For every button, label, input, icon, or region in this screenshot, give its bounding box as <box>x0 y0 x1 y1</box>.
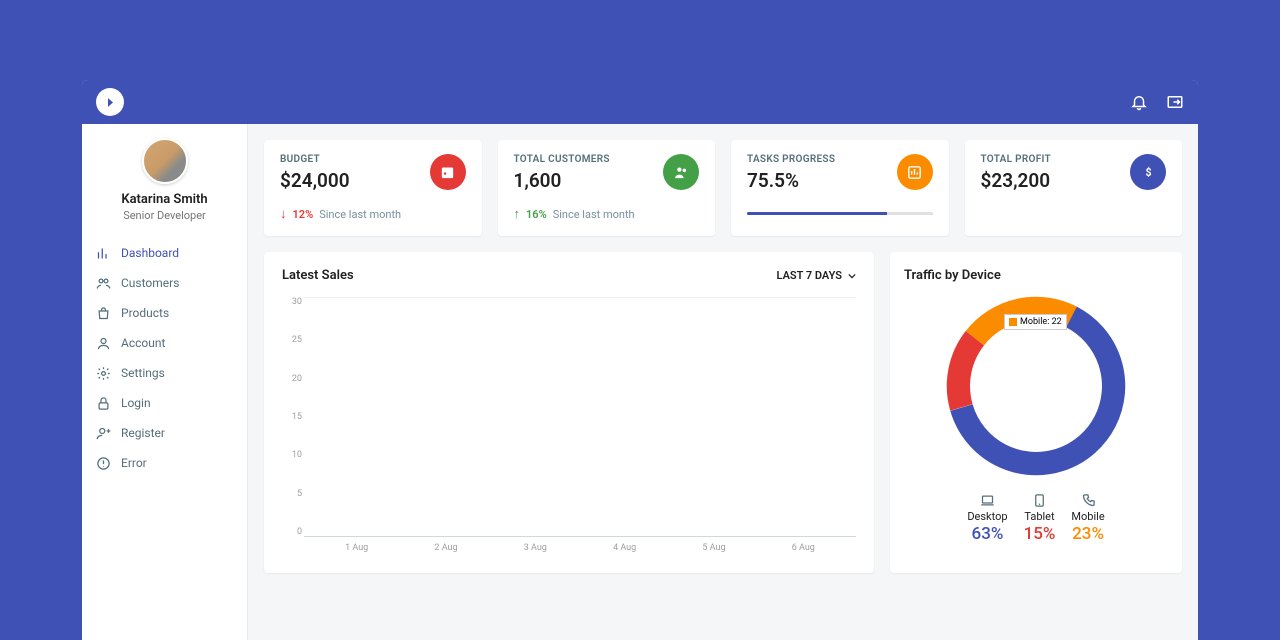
laptop-icon <box>980 493 995 508</box>
nav-item-products[interactable]: Products <box>92 298 237 328</box>
svg-text:$: $ <box>1145 166 1151 179</box>
nav-label: Products <box>121 306 169 320</box>
legend-mobile: Mobile23% <box>1071 493 1104 544</box>
input-icon[interactable] <box>1166 93 1184 111</box>
card-label: TOTAL PROFIT <box>981 154 1052 165</box>
bag-icon <box>96 306 111 321</box>
delta-value: 16% <box>526 208 547 221</box>
nav: Dashboard Customers Products Account Setting… <box>82 234 247 478</box>
user-icon <box>96 336 111 351</box>
nav-label: Account <box>121 336 165 350</box>
panel-sales: Latest Sales LAST 7 DAYS 302520151050 1 … <box>264 252 874 573</box>
card-label: BUDGET <box>280 154 350 165</box>
panel-title: Latest Sales <box>282 268 354 283</box>
date-range-dropdown[interactable]: LAST 7 DAYS <box>777 269 856 282</box>
legend-value: 63% <box>967 524 1007 544</box>
nav-item-settings[interactable]: Settings <box>92 358 237 388</box>
legend-value: 15% <box>1024 524 1056 544</box>
gear-icon <box>96 366 111 381</box>
bars <box>304 298 856 536</box>
user-name: Katarina Smith <box>121 192 207 207</box>
calendar-icon <box>430 154 466 190</box>
tablet-icon <box>1032 493 1047 508</box>
legend-tablet: Tablet15% <box>1024 493 1056 544</box>
nav-item-account[interactable]: Account <box>92 328 237 358</box>
app-window: Katarina Smith Senior Developer Dashboar… <box>82 80 1198 640</box>
legend-value: 23% <box>1071 524 1104 544</box>
card-value: 75.5% <box>747 169 835 192</box>
chevron-down-icon <box>848 272 856 280</box>
card-value: $24,000 <box>280 169 350 192</box>
nav-label: Customers <box>121 276 179 290</box>
card-label: TASKS PROGRESS <box>747 154 835 165</box>
bar-chart: 302520151050 1 Aug2 Aug3 Aug4 Aug5 Aug6 … <box>282 297 856 557</box>
logo-icon[interactable] <box>96 88 124 116</box>
legend-desktop: Desktop63% <box>967 493 1007 544</box>
traffic-legend: Desktop63% Tablet15% Mobile23% <box>904 493 1168 544</box>
topbar <box>82 80 1198 124</box>
dashboard-icon <box>96 246 111 261</box>
progress-fill <box>747 212 887 215</box>
legend-name: Mobile <box>1071 510 1104 523</box>
y-axis: 302520151050 <box>282 297 302 537</box>
users-icon <box>96 276 111 291</box>
nav-item-customers[interactable]: Customers <box>92 268 237 298</box>
avatar[interactable] <box>142 138 188 184</box>
card-customers: TOTAL CUSTOMERS 1,600 ↑ 16% Since last m… <box>498 140 716 236</box>
legend-name: Tablet <box>1024 510 1056 523</box>
arrow-up-icon: ↑ <box>514 206 521 222</box>
panel-traffic: Traffic by Device Mobile: 22 Desktop63% T… <box>890 252 1182 573</box>
nav-label: Register <box>121 426 165 440</box>
arrow-down-icon: ↓ <box>280 206 287 222</box>
error-icon <box>96 456 111 471</box>
nav-item-login[interactable]: Login <box>92 388 237 418</box>
sidebar: Katarina Smith Senior Developer Dashboar… <box>82 124 248 640</box>
card-profit: TOTAL PROFIT $23,200 $ <box>965 140 1183 236</box>
delta-since: Since last month <box>319 208 401 221</box>
delta-since: Since last month <box>553 208 635 221</box>
people-icon <box>663 154 699 190</box>
nav-label: Settings <box>121 366 165 380</box>
dollar-icon: $ <box>1130 154 1166 190</box>
chart-icon <box>897 154 933 190</box>
bell-icon[interactable] <box>1130 93 1148 111</box>
card-value: $23,200 <box>981 169 1052 192</box>
card-value: 1,600 <box>514 169 610 192</box>
card-label: TOTAL CUSTOMERS <box>514 154 610 165</box>
nav-label: Dashboard <box>121 246 179 260</box>
x-axis: 1 Aug2 Aug3 Aug4 Aug5 Aug6 Aug <box>304 539 856 557</box>
nav-item-dashboard[interactable]: Dashboard <box>92 238 237 268</box>
legend-name: Desktop <box>967 510 1007 523</box>
panel-title: Traffic by Device <box>904 268 1168 283</box>
lock-icon <box>96 396 111 411</box>
progress-bar <box>747 212 933 215</box>
card-budget: BUDGET $24,000 ↓ 12% Since last month <box>264 140 482 236</box>
user-role: Senior Developer <box>123 209 206 222</box>
card-tasks: TASKS PROGRESS 75.5% <box>731 140 949 236</box>
userplus-icon <box>96 426 111 441</box>
nav-item-error[interactable]: Error <box>92 448 237 478</box>
delta-value: 12% <box>293 208 314 221</box>
nav-label: Login <box>121 396 151 410</box>
phone-icon <box>1081 493 1096 508</box>
nav-label: Error <box>121 456 147 470</box>
nav-item-register[interactable]: Register <box>92 418 237 448</box>
main: BUDGET $24,000 ↓ 12% Since last month <box>248 124 1198 640</box>
chart-tooltip: Mobile: 22 <box>1004 314 1067 330</box>
